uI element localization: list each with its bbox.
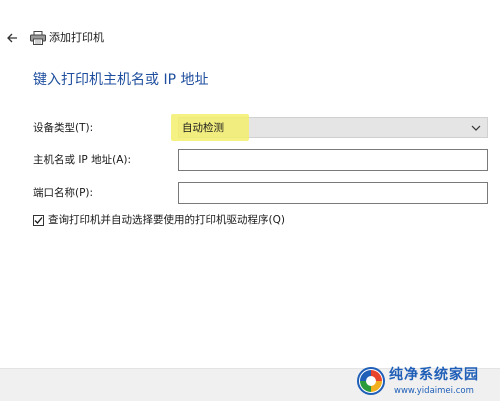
host-label: 主机名或 IP 地址(A): — [33, 154, 132, 166]
add-printer-dialog: 添加打印机 键入打印机主机名或 IP 地址 设备类型(T): 自动检测 主机名或… — [0, 0, 500, 368]
page: 添加打印机 键入打印机主机名或 IP 地址 设备类型(T): 自动检测 主机名或… — [0, 0, 500, 401]
watermark-url: www.yidaimei.com — [394, 386, 474, 396]
query-printer-option[interactable]: 查询打印机并自动选择要使用的打印机驱动程序(Q) — [33, 213, 285, 227]
arrow-left-icon — [7, 33, 17, 43]
port-name-input[interactable] — [178, 182, 488, 204]
device-type-select[interactable]: 自动检测 — [171, 114, 488, 141]
watermark: 纯净系统家园 www.yidaimei.com — [356, 364, 500, 401]
watermark-title: 纯净系统家园 — [389, 367, 479, 383]
port-label: 端口名称(P): — [33, 187, 94, 199]
query-printer-checkbox[interactable] — [33, 214, 44, 226]
device-type-label: 设备类型(T): — [33, 122, 94, 134]
checkmark-icon — [34, 216, 43, 224]
watermark-logo-icon — [357, 367, 385, 395]
chevron-down-icon — [471, 125, 481, 131]
query-printer-label: 查询打印机并自动选择要使用的打印机驱动程序(Q) — [48, 214, 285, 226]
page-heading: 键入打印机主机名或 IP 地址 — [33, 72, 209, 88]
printer-icon — [30, 31, 46, 45]
dialog-title: 添加打印机 — [49, 31, 104, 44]
host-input[interactable] — [178, 149, 488, 171]
device-type-value: 自动检测 — [182, 122, 224, 134]
back-button[interactable] — [4, 30, 20, 46]
